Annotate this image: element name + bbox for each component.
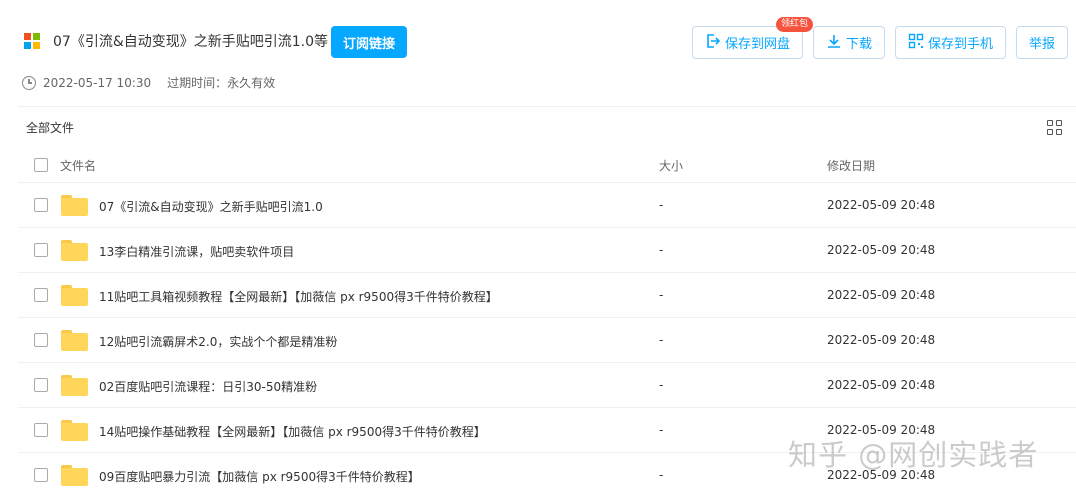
row-checkbox[interactable] — [34, 468, 48, 482]
share-title: 07《引流&自动变现》之新手贴吧引流1.0等 — [53, 34, 328, 50]
file-date: 2022-05-09 20:48 — [827, 333, 936, 347]
file-size: - — [659, 423, 664, 437]
share-header: 07《引流&自动变现》之新手贴吧引流1.0等 订阅链接 2022-05-17 1… — [0, 0, 1076, 100]
share-date: 2022-05-17 10:30 — [43, 75, 152, 90]
download-label: 下载 — [845, 37, 872, 52]
file-name[interactable]: 02百度贴吧引流课程：日引30-50精准粉 — [99, 378, 317, 395]
file-date: 2022-05-09 20:48 — [827, 243, 936, 257]
expire-text: 过期时间：永久有效 — [167, 76, 276, 90]
file-size: - — [659, 468, 664, 482]
row-checkbox[interactable] — [34, 198, 48, 212]
red-packet-badge[interactable]: 领红包 — [776, 17, 814, 32]
file-size: - — [659, 198, 664, 212]
download-button[interactable]: 下载 — [813, 26, 885, 59]
table-row[interactable]: 02百度贴吧引流课程：日引30-50精准粉 - 2022-05-09 20:48 — [18, 363, 1076, 408]
file-name[interactable]: 14贴吧操作基础教程【全网最新】【加薇信 px r9500得3千件特价教程】 — [99, 423, 486, 440]
row-checkbox[interactable] — [34, 243, 48, 257]
table-header: 文件名 大小 修改日期 — [18, 146, 1076, 183]
header-divider — [18, 106, 1076, 107]
file-date: 2022-05-09 20:48 — [827, 198, 936, 212]
row-checkbox[interactable] — [34, 378, 48, 392]
share-meta: 2022-05-17 10:30 过期时间：永久有效 — [22, 74, 275, 91]
folder-icon — [61, 195, 88, 216]
folder-icon — [61, 465, 88, 486]
file-size: - — [659, 378, 664, 392]
watermark: 知乎 @网创实践者 — [788, 438, 1039, 472]
row-checkbox[interactable] — [34, 333, 48, 347]
save-export-icon — [705, 33, 721, 52]
file-date: 2022-05-09 20:48 — [827, 378, 936, 392]
clock-icon — [22, 75, 36, 90]
download-icon — [826, 33, 842, 52]
folder-icon — [61, 240, 88, 261]
save-to-phone-button[interactable]: 保存到手机 — [895, 26, 1006, 59]
row-checkbox[interactable] — [34, 288, 48, 302]
row-checkbox[interactable] — [34, 423, 48, 437]
file-name[interactable]: 07《引流&自动变现》之新手贴吧引流1.0 — [99, 198, 323, 215]
file-name[interactable]: 09百度贴吧暴力引流【加薇信 px r9500得3千件特价教程】 — [99, 468, 420, 485]
file-date: 2022-05-09 20:48 — [827, 288, 936, 302]
file-name[interactable]: 12贴吧引流霸屏术2.0，实战个个都是精准粉 — [99, 333, 337, 350]
windows-logo-icon — [24, 33, 40, 49]
file-size: - — [659, 288, 664, 302]
file-size: - — [659, 243, 664, 257]
select-all-checkbox[interactable] — [34, 158, 48, 172]
file-size: - — [659, 333, 664, 347]
file-name[interactable]: 13李白精准引流课，贴吧卖软件项目 — [99, 243, 294, 260]
folder-icon — [61, 330, 88, 351]
folder-icon — [61, 420, 88, 441]
breadcrumb-all-files[interactable]: 全部文件 — [26, 119, 74, 136]
column-header-size[interactable]: 大小 — [659, 157, 683, 174]
report-button[interactable]: 举报 — [1016, 26, 1068, 59]
file-name[interactable]: 11贴吧工具箱视频教程【全网最新】【加薇信 px r9500得3千件特价教程】 — [99, 288, 498, 305]
table-row[interactable]: 13李白精准引流课，贴吧卖软件项目 - 2022-05-09 20:48 — [18, 228, 1076, 273]
table-row[interactable]: 07《引流&自动变现》之新手贴吧引流1.0 - 2022-05-09 20:48 — [18, 183, 1076, 228]
folder-icon — [61, 285, 88, 306]
report-label: 举报 — [1028, 37, 1055, 52]
grid-view-icon[interactable] — [1047, 120, 1063, 136]
qr-code-icon — [908, 33, 924, 52]
subscribe-link-button[interactable]: 订阅链接 — [331, 26, 407, 58]
column-header-date[interactable]: 修改日期 — [827, 157, 875, 174]
folder-icon — [61, 375, 88, 396]
table-row[interactable]: 12贴吧引流霸屏术2.0，实战个个都是精准粉 - 2022-05-09 20:48 — [18, 318, 1076, 363]
save-to-phone-label: 保存到手机 — [927, 37, 993, 52]
column-header-name[interactable]: 文件名 — [60, 157, 96, 174]
table-row[interactable]: 11贴吧工具箱视频教程【全网最新】【加薇信 px r9500得3千件特价教程】 -… — [18, 273, 1076, 318]
save-to-netdisk-label: 保存到网盘 — [724, 37, 790, 52]
